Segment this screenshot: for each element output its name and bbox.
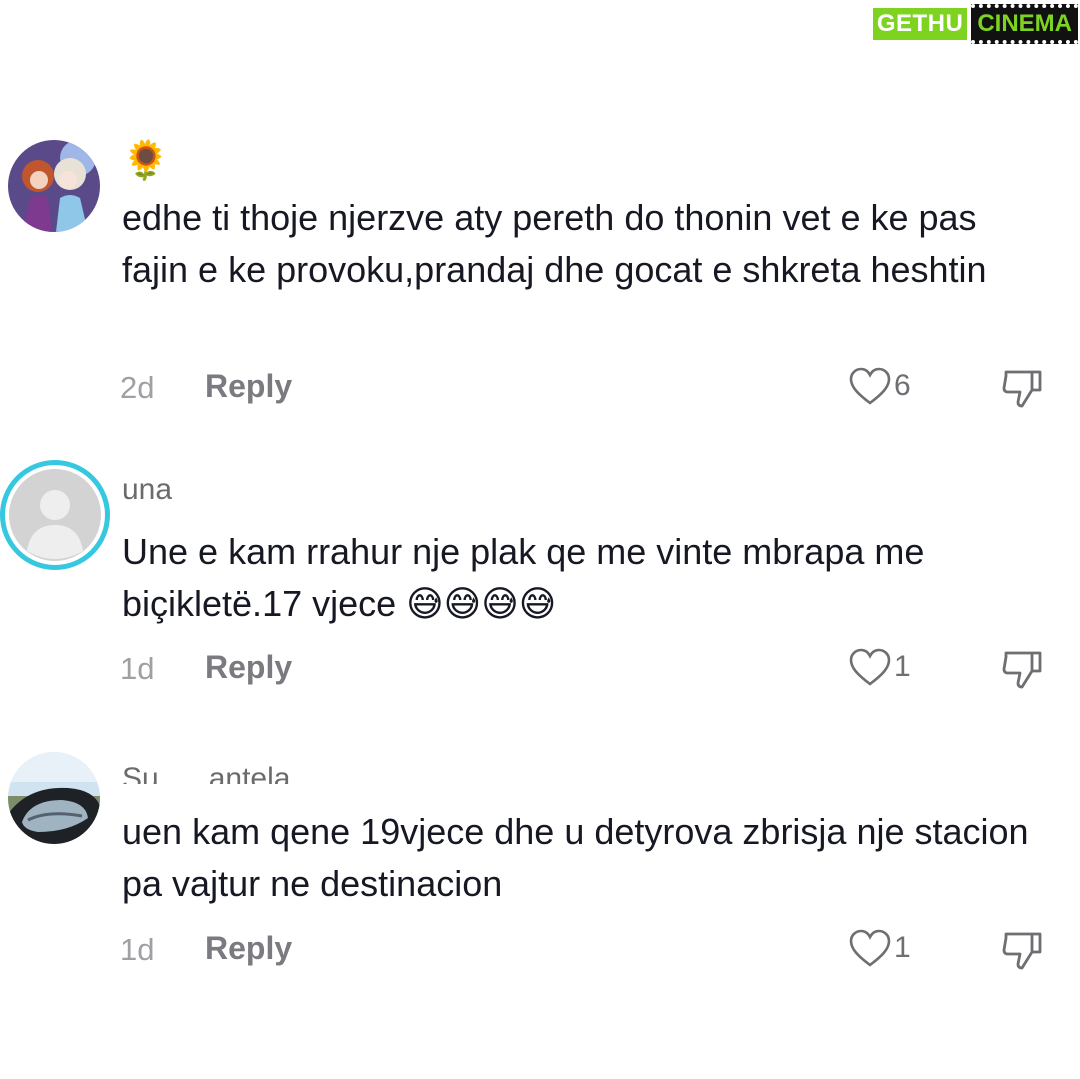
default-user-avatar-icon [9, 469, 101, 561]
comment-time: 2d [120, 370, 155, 405]
car-mirror-avatar-icon [8, 752, 100, 844]
username[interactable]: Su antela [122, 762, 290, 784]
watermark-logo: GETHU CINEMA [872, 4, 1078, 44]
heart-icon [849, 929, 891, 967]
thumbs-down-icon [1002, 370, 1042, 408]
like-button[interactable]: 6 [848, 366, 911, 406]
watermark-right: CINEMA [971, 4, 1078, 44]
comment-text: Une e kam rrahur nje plak qe me vinte mb… [122, 531, 925, 624]
thumbs-down-icon [1002, 651, 1042, 689]
comment-text: uen kam qene 19vjece dhe u detyrova zbri… [122, 811, 1029, 904]
reply-button[interactable]: Reply [205, 930, 292, 967]
like-count: 1 [894, 650, 911, 683]
dislike-button[interactable] [1000, 930, 1044, 977]
reply-button[interactable]: Reply [205, 649, 292, 686]
watermark-left: GETHU [872, 8, 968, 40]
like-count: 1 [894, 931, 911, 964]
username[interactable]: una [122, 482, 172, 508]
heart-icon [849, 367, 891, 405]
like-button[interactable]: 1 [848, 647, 911, 687]
like-count: 6 [894, 369, 911, 402]
thumbs-down-icon [1002, 932, 1042, 970]
comment-time: 1d [120, 651, 155, 686]
commenter-avatar[interactable] [8, 752, 100, 844]
dislike-button[interactable] [1000, 649, 1044, 696]
heart-icon [849, 648, 891, 686]
like-button[interactable]: 1 [848, 928, 911, 968]
commenter-avatar[interactable] [8, 140, 100, 232]
dislike-button[interactable] [1000, 368, 1044, 415]
commenter-avatar[interactable] [0, 460, 110, 570]
anime-girls-avatar-icon [8, 140, 100, 232]
reply-button[interactable]: Reply [205, 368, 292, 405]
username[interactable]: 🌻 [122, 138, 169, 183]
comment-text: edhe ti thoje njerzve aty pereth do thon… [122, 197, 987, 290]
comment-time: 1d [120, 932, 155, 967]
